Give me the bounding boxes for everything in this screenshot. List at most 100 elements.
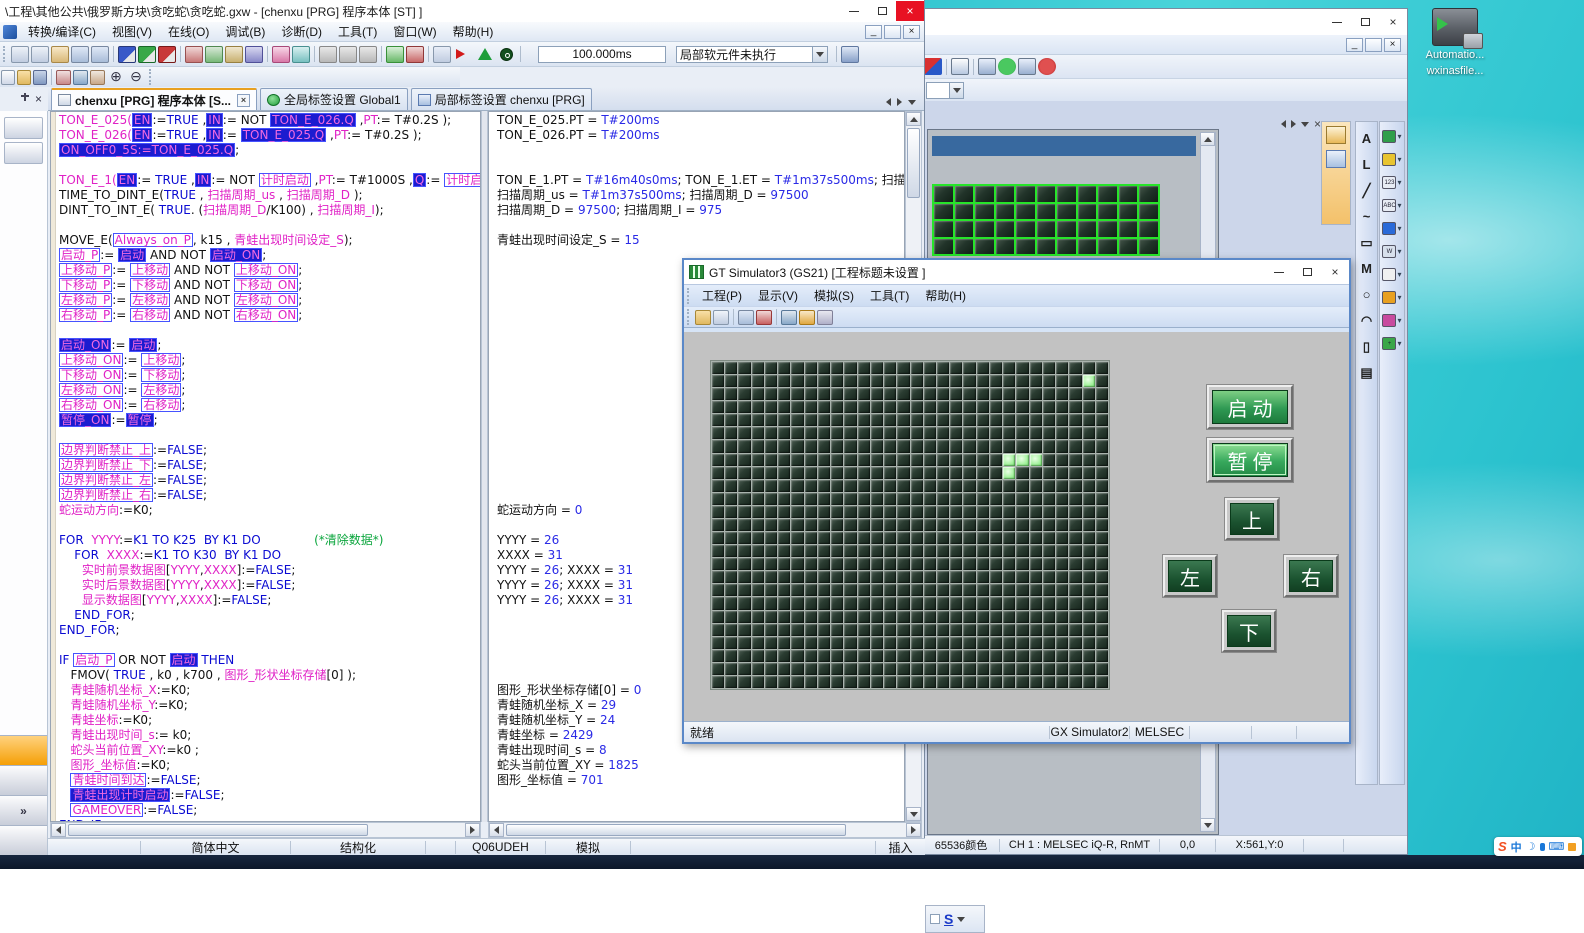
tab-prev-icon[interactable] <box>886 98 891 106</box>
circle-tool-icon[interactable]: ○ <box>1358 286 1375 303</box>
paste-icon[interactable] <box>51 46 69 63</box>
note-icon[interactable] <box>359 46 377 63</box>
minimize-icon[interactable] <box>1323 12 1351 32</box>
down-button[interactable]: 下 <box>1222 610 1276 652</box>
start-button[interactable]: 启动 <box>1207 385 1293 429</box>
redo-icon[interactable] <box>91 46 109 63</box>
tab-close-icon[interactable]: × <box>237 94 250 107</box>
tab-global-label[interactable]: 全局标签设置 Global1 <box>260 88 408 110</box>
undo-icon[interactable] <box>71 46 89 63</box>
monitor-horizontal-scrollbar[interactable] <box>488 822 922 838</box>
tab-menu-icon[interactable] <box>908 100 916 105</box>
zoom-in-icon[interactable]: ⊕ <box>107 69 125 86</box>
option-icon[interactable] <box>817 310 833 325</box>
cut-icon[interactable] <box>11 46 29 63</box>
logo-tool-icon[interactable]: L <box>1358 156 1375 173</box>
simulator-update-icon[interactable] <box>998 58 1016 75</box>
pane-splitter[interactable] <box>481 111 488 822</box>
dock-stack-button-active[interactable] <box>0 735 47 765</box>
menu-item[interactable]: 窗口(W) <box>385 23 444 41</box>
screen-preview-icon[interactable] <box>951 58 969 75</box>
tab-next-icon[interactable] <box>897 98 902 106</box>
mdi-minimize-icon[interactable]: _ <box>1346 38 1363 52</box>
copy-icon[interactable] <box>31 46 49 63</box>
mic-icon[interactable] <box>1540 843 1545 851</box>
menu-item[interactable]: 诊断(D) <box>273 23 330 41</box>
skin-icon[interactable] <box>1568 843 1576 851</box>
left-button[interactable]: 左 <box>1163 555 1217 597</box>
ime-icon[interactable] <box>1326 150 1346 168</box>
ladder-delete-icon[interactable] <box>406 46 424 63</box>
dropdown-arrow-icon[interactable] <box>812 47 827 62</box>
execution-status-dropdown[interactable]: 局部软元件未执行 <box>676 46 828 63</box>
minimize-icon[interactable] <box>1265 262 1293 282</box>
maximize-icon[interactable] <box>1293 262 1321 282</box>
statement-icon[interactable] <box>339 46 357 63</box>
open-project-icon[interactable] <box>17 70 31 85</box>
menu-item[interactable]: 调试(B) <box>217 23 273 41</box>
monitor-write-icon[interactable] <box>292 46 310 63</box>
comm-setup-icon[interactable] <box>924 58 942 75</box>
close-icon[interactable]: × <box>896 1 924 21</box>
find-string-icon[interactable] <box>90 70 105 85</box>
polygon-tool-icon[interactable]: M <box>1358 260 1375 277</box>
menu-item[interactable]: 工具(T) <box>862 287 917 305</box>
tab-program-body[interactable]: chenxu [PRG] 程序本体 [S... × <box>51 88 257 110</box>
menu-item[interactable]: 工具(T) <box>330 23 385 41</box>
tab-close-icon[interactable]: × <box>1314 117 1321 131</box>
simulator-stop-icon[interactable] <box>1038 58 1056 75</box>
watch-icon[interactable] <box>433 46 451 63</box>
alarm-tool-icon[interactable]: ▾ <box>1382 291 1401 304</box>
menu-item[interactable]: 转换/编译(C) <box>20 23 104 41</box>
switch-tool-icon[interactable]: ▾ <box>1382 130 1401 143</box>
scan-time-field[interactable]: 100.000ms <box>538 46 666 63</box>
menu-item[interactable]: 帮助(H) <box>917 287 974 305</box>
minimize-icon[interactable] <box>840 1 868 21</box>
program-verify-icon[interactable] <box>225 46 243 63</box>
simulation-start-icon[interactable] <box>456 49 470 59</box>
ladder-edit-icon[interactable] <box>319 46 337 63</box>
ascii-display-tool-icon[interactable]: ABC▾ <box>1382 199 1401 212</box>
menu-item[interactable]: 在线(O) <box>160 23 217 41</box>
tab-local-label[interactable]: 局部标签设置 chenxu [PRG] <box>411 88 592 110</box>
simulator-activate-icon[interactable] <box>978 58 996 75</box>
program-monitor-icon[interactable] <box>245 46 263 63</box>
program-read-icon[interactable] <box>205 46 223 63</box>
simulation-status-icon[interactable] <box>478 48 492 60</box>
menu-item[interactable]: 工程(P) <box>694 287 750 305</box>
device-label-icon[interactable] <box>158 46 176 63</box>
text-tool-icon[interactable]: A <box>1358 130 1375 147</box>
maximize-icon[interactable] <box>1351 12 1379 32</box>
menu-item[interactable]: 显示(V) <box>750 287 806 305</box>
open-icon[interactable] <box>695 310 711 325</box>
comment-display-tool-icon[interactable]: W▾ <box>1382 245 1401 258</box>
dock-close-icon[interactable]: × <box>35 92 42 106</box>
dock-collapsed-bar[interactable] <box>4 142 43 164</box>
dock-stack-button[interactable] <box>0 765 47 795</box>
right-button[interactable]: 右 <box>1284 555 1338 597</box>
desktop-icon-automation[interactable]: Automatio... wxinasfile... <box>1412 8 1498 78</box>
simulator-tool-icon[interactable] <box>1018 58 1036 75</box>
sector-tool-icon[interactable]: ▯ <box>1358 338 1375 355</box>
pause-button[interactable]: 暂停 <box>1207 438 1293 482</box>
code-horizontal-scrollbar[interactable] <box>50 822 481 838</box>
rect-tool-icon[interactable]: ▭ <box>1358 234 1375 251</box>
close-icon[interactable]: × <box>1379 12 1407 32</box>
mdi-restore-icon[interactable] <box>884 25 901 39</box>
menu-item[interactable]: 模拟(S) <box>806 287 862 305</box>
save-icon[interactable] <box>713 310 729 325</box>
dock-collapsed-bar[interactable] <box>4 117 43 139</box>
tab-scroll-left-icon[interactable] <box>1281 120 1286 128</box>
close-icon[interactable]: × <box>1321 262 1349 282</box>
monitor-mode-icon[interactable] <box>272 46 290 63</box>
parts-display-tool-icon[interactable]: ▾ <box>1382 268 1401 281</box>
new-window-icon[interactable] <box>1 70 15 85</box>
floating-s-toolbar[interactable]: S <box>925 905 985 933</box>
moon-icon[interactable]: ☽ <box>1526 840 1536 853</box>
table-tool-icon[interactable]: ▤ <box>1358 364 1375 381</box>
mdi-minimize-icon[interactable]: _ <box>865 25 882 39</box>
chinese-mode-icon[interactable]: 中 <box>1511 839 1522 855</box>
device-monitor-icon[interactable] <box>799 310 815 325</box>
mdi-close-icon[interactable]: × <box>1384 38 1401 52</box>
lamp-tool-icon[interactable]: ▾ <box>1382 153 1401 166</box>
